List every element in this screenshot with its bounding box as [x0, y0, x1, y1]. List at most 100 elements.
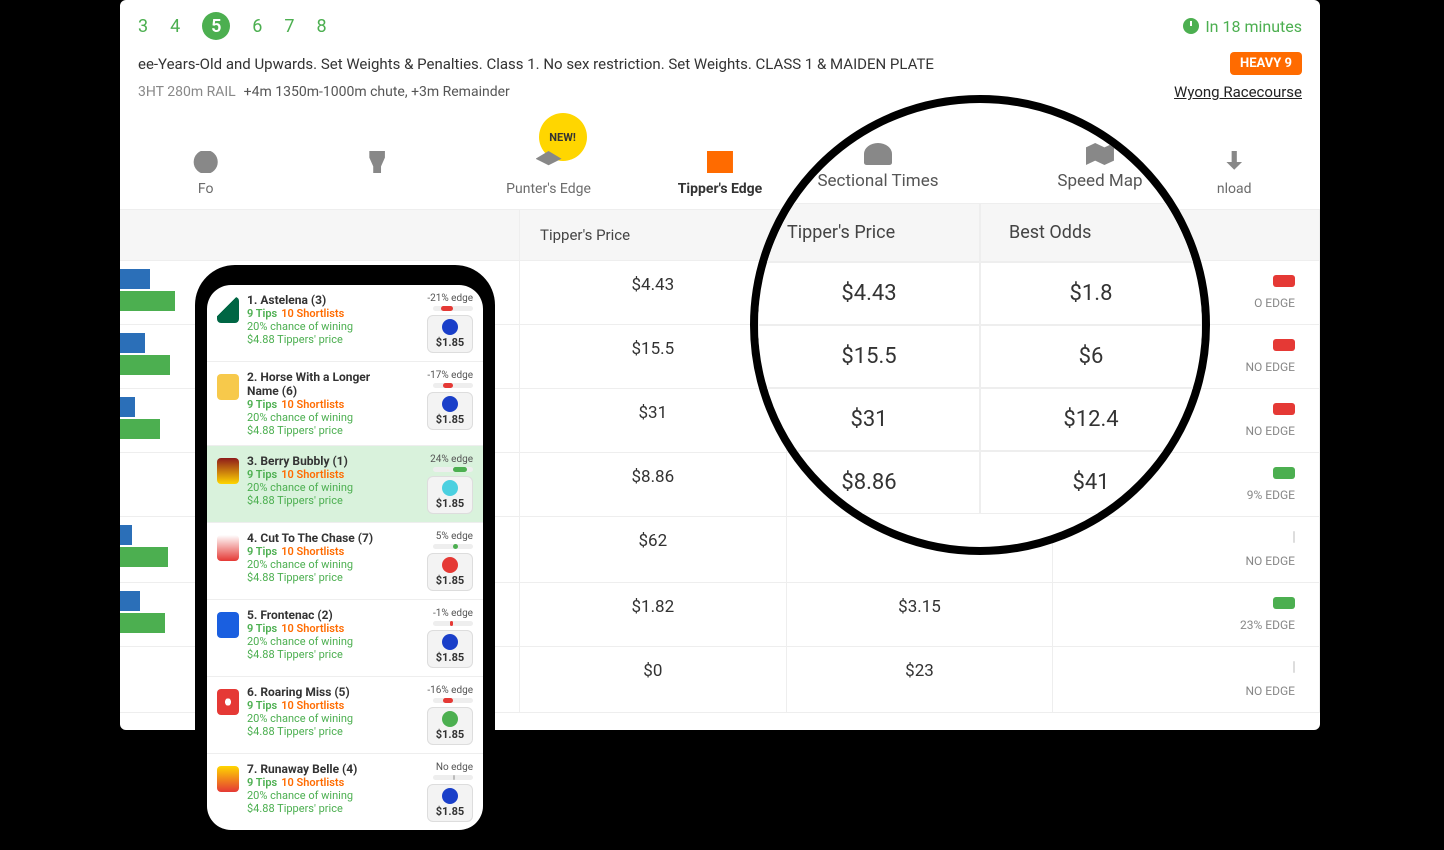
odds-button[interactable]: $1.85	[427, 553, 473, 591]
odds-button[interactable]: $1.85	[427, 392, 473, 430]
dl-icon	[1221, 151, 1247, 173]
edge-pill	[1273, 597, 1295, 609]
tippers-price: $4.88 Tippers' price	[247, 648, 387, 661]
mag-odds-cell: $12.4	[980, 388, 1202, 451]
odds-button[interactable]: $1.85	[427, 784, 473, 822]
tippers-price-cell: $4.43	[520, 261, 787, 325]
edge-label: 5% edge	[395, 531, 473, 542]
odds-value: $1.85	[436, 413, 464, 426]
mag-price-cell: $31	[758, 388, 980, 451]
odds-button[interactable]: $1.85	[427, 707, 473, 745]
edge-cell: NO EDGE	[1053, 517, 1320, 583]
edge-cell: 23% EDGE	[1053, 583, 1320, 647]
edge-text: NO EDGE	[1073, 684, 1295, 698]
phone-runner-row[interactable]: 3. Berry Bubbly (1)9 Tips10 Shortlists20…	[207, 446, 483, 523]
mag-tab-sectional[interactable]: Sectional Times	[817, 143, 938, 191]
silk-icon	[217, 535, 239, 561]
tips-count: 9 Tips	[247, 398, 277, 411]
runner-info: 4. Cut To The Chase (7)9 Tips10 Shortlis…	[247, 531, 387, 591]
race-number-4[interactable]: 4	[170, 16, 180, 37]
race-description-row: ee-Years-Old and Upwards. Set Weights & …	[120, 52, 1320, 75]
shortlists-count: 10 Shortlists	[281, 468, 344, 481]
runner-right: -17% edge$1.85	[395, 370, 473, 437]
tippers-price: $4.88 Tippers' price	[247, 725, 387, 738]
phone-runner-row[interactable]: 5. Frontenac (2)9 Tips10 Shortlists20% c…	[207, 600, 483, 677]
magnifier-zoom: Sectional Times Speed Map Tipper's Price…	[750, 95, 1210, 555]
win-chance: 20% chance of wining	[247, 789, 387, 802]
edge-cell: NO EDGE	[1053, 647, 1320, 713]
tippers-price-cell: $1.82	[520, 583, 787, 647]
mag-tab-speedmap[interactable]: Speed Map	[1057, 143, 1142, 191]
tippers-price: $4.88 Tippers' price	[247, 333, 387, 346]
tab-trophy[interactable]	[291, 131, 462, 209]
odds-value: $1.85	[436, 728, 464, 741]
mag-price-cell: $4.43	[758, 262, 980, 325]
runner-info: 6. Roaring Miss (5)9 Tips10 Shortlists20…	[247, 685, 387, 745]
phone-runner-row[interactable]: 1. Astelena (3)9 Tips10 Shortlists20% ch…	[207, 285, 483, 362]
tippers-price-cell: $31	[520, 389, 787, 453]
odds-value: $1.85	[436, 574, 464, 587]
odds-button[interactable]: $1.85	[427, 630, 473, 668]
shortlists-count: 10 Shortlists	[281, 622, 344, 635]
edge-label: No edge	[395, 762, 473, 773]
tippers-price: $4.88 Tippers' price	[247, 494, 387, 507]
countdown-text: In 18 minutes	[1205, 17, 1302, 36]
edge-bar	[433, 467, 473, 472]
race-number-8[interactable]: 8	[317, 16, 327, 37]
silk-icon	[217, 374, 239, 400]
tips-count: 9 Tips	[247, 468, 277, 481]
mag-odds-cell: $41	[980, 451, 1202, 514]
tippers-price-cell: $62	[520, 517, 787, 583]
edge-label: 24% edge	[395, 454, 473, 465]
mag-odds-cell: $6	[980, 325, 1202, 388]
tab-punter-s-edge[interactable]: NEW!Punter's Edge	[463, 131, 634, 209]
runner-name: 2. Horse With a Longer Name (6)	[247, 370, 387, 398]
race-number-3[interactable]: 3	[138, 16, 148, 37]
best-odds-cell[interactable]: $3.15	[787, 583, 1054, 647]
bookmaker-icon	[442, 319, 458, 335]
tips-count: 9 Tips	[247, 307, 277, 320]
tab-label: Tipper's Edge	[678, 181, 762, 197]
race-sub-prefix: 3HT 280m RAIL	[138, 84, 236, 100]
tippers-price-cell: $0	[520, 647, 787, 713]
phone-runner-row[interactable]: 7. Runaway Belle (4)9 Tips10 Shortlists2…	[207, 754, 483, 830]
bookmaker-icon	[442, 557, 458, 573]
shortlists-count: 10 Shortlists	[281, 699, 344, 712]
phone-runner-row[interactable]: 4. Cut To The Chase (7)9 Tips10 Shortlis…	[207, 523, 483, 600]
runner-info: 5. Frontenac (2)9 Tips10 Shortlists20% c…	[247, 608, 387, 668]
tippers-price-cell: $8.86	[520, 453, 787, 517]
odds-button[interactable]: $1.85	[427, 476, 473, 514]
edge-pill	[1273, 339, 1295, 351]
runner-right: -1% edge$1.85	[395, 608, 473, 668]
mag-grid: Tipper's Price Best Odds $4.43$1.8$15.5$…	[758, 203, 1202, 514]
bookmaker-icon	[442, 396, 458, 412]
runner-info: 7. Runaway Belle (4)9 Tips10 Shortlists2…	[247, 762, 387, 822]
mag-header-price: Tipper's Price	[758, 203, 980, 262]
runner-right: 24% edge $1.85	[395, 454, 473, 514]
mag-header-odds: Best Odds	[980, 203, 1202, 262]
phone-runner-row[interactable]: 6. Roaring Miss (5)9 Tips10 Shortlists20…	[207, 677, 483, 754]
tab-fo[interactable]: Fo	[120, 131, 291, 209]
phone-runner-row[interactable]: 2. Horse With a Longer Name (6)9 Tips10 …	[207, 362, 483, 446]
best-odds-cell[interactable]: $23	[787, 647, 1054, 713]
trophy-icon	[364, 151, 390, 173]
odds-value: $1.85	[436, 651, 464, 664]
race-number-6[interactable]: 6	[252, 16, 262, 37]
tips-count: 9 Tips	[247, 545, 277, 558]
edge-pill	[1273, 467, 1295, 479]
shortlists-count: 10 Shortlists	[281, 776, 344, 789]
edge-bar	[433, 383, 473, 388]
win-chance: 20% chance of wining	[247, 635, 387, 648]
tab-label: Fo	[198, 181, 214, 197]
race-number-7[interactable]: 7	[284, 16, 294, 37]
runner-info: 2. Horse With a Longer Name (6)9 Tips10 …	[247, 370, 387, 437]
green-bar	[120, 419, 160, 439]
win-chance: 20% chance of wining	[247, 558, 387, 571]
shortlists-count: 10 Shortlists	[281, 307, 344, 320]
venue-link[interactable]: Wyong Racecourse	[1174, 83, 1302, 101]
phone-mock: 1. Astelena (3)9 Tips10 Shortlists20% ch…	[195, 265, 495, 850]
odds-button[interactable]: $1.85	[427, 315, 473, 353]
race-number-5[interactable]: 5	[202, 12, 230, 40]
bookmaker-icon	[442, 788, 458, 804]
edge-bar	[433, 544, 473, 549]
